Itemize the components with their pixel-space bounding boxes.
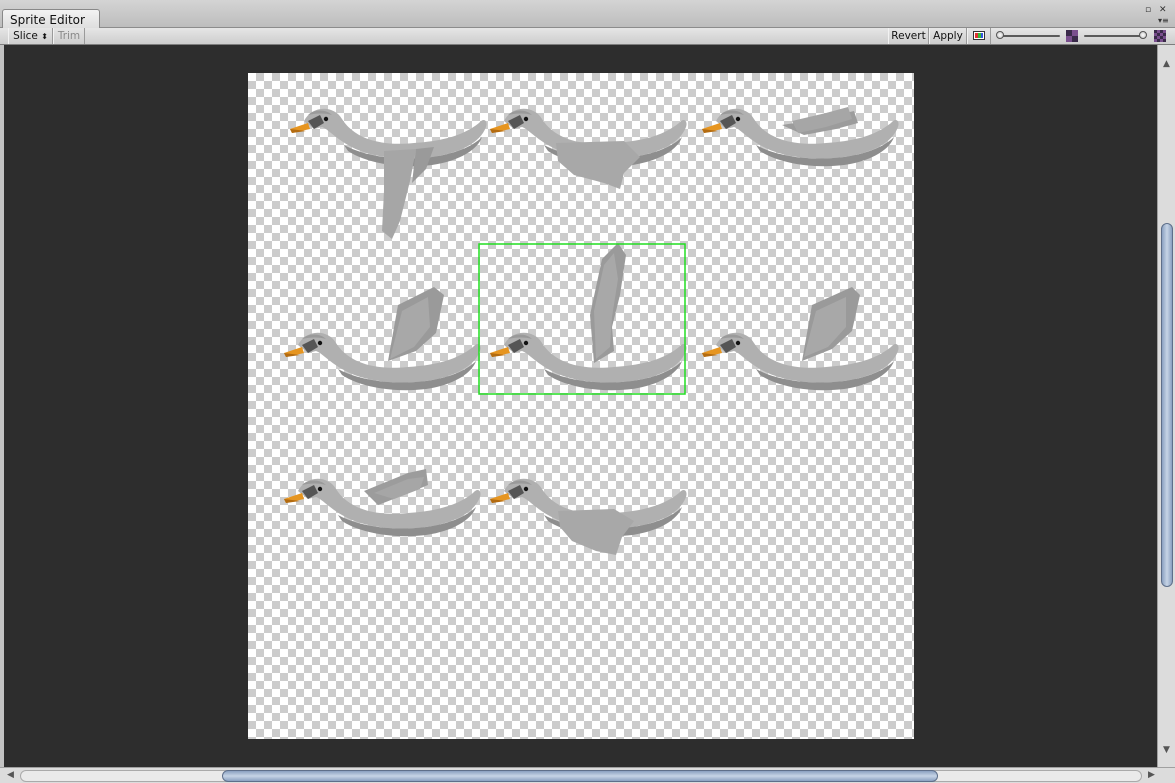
tab-sprite-editor[interactable]: Sprite Editor [2, 9, 100, 28]
revert-button[interactable]: Revert [888, 28, 929, 44]
vertical-scroll-thumb[interactable] [1161, 223, 1173, 587]
sprite-7 [284, 469, 481, 537]
slice-dropdown[interactable]: Slice ⬍ [8, 28, 53, 44]
sprite-5 [490, 243, 687, 391]
sprite-4 [284, 287, 481, 391]
window-menu-icon[interactable]: ▾≡ [1158, 16, 1169, 26]
horizontal-scroll-thumb[interactable] [222, 770, 938, 782]
sprite-6 [702, 287, 899, 391]
horizontal-scrollbar[interactable]: ◀ ▶ [0, 767, 1175, 783]
checker-small-icon [1066, 30, 1078, 42]
sprite-editor-toolbar: Slice ⬍ Trim Revert Apply [0, 28, 1175, 45]
close-icon[interactable]: ✕ [1159, 5, 1167, 15]
mipmap-slider-knob[interactable] [1139, 31, 1147, 39]
scroll-right-arrow-icon[interactable]: ▶ [1148, 770, 1155, 780]
sprite-8 [490, 478, 687, 555]
maximize-icon[interactable]: ▫ [1145, 5, 1151, 15]
sprite-sheet-texture[interactable] [248, 73, 914, 739]
scroll-down-arrow-icon[interactable]: ▼ [1163, 745, 1170, 755]
sprite-sheet-drawing [284, 107, 899, 555]
slice-label: Slice [13, 30, 38, 42]
checker-large-icon [1154, 30, 1166, 42]
zoom-slider-knob[interactable] [996, 31, 1004, 39]
sprite-1 [290, 108, 487, 239]
scroll-left-arrow-icon[interactable]: ◀ [7, 770, 14, 780]
dropdown-arrows-icon: ⬍ [41, 32, 48, 41]
scroll-up-arrow-icon[interactable]: ▲ [1163, 59, 1170, 69]
window-titlebar: Sprite Editor ▫ ✕ ▾≡ [0, 0, 1175, 28]
rgb-icon [973, 31, 985, 40]
apply-button[interactable]: Apply [929, 28, 967, 44]
sprite-2 [490, 108, 687, 189]
color-channel-toggle[interactable] [967, 28, 991, 44]
sprite-3 [702, 107, 899, 167]
vertical-scrollbar[interactable]: ▲ ▼ [1157, 45, 1175, 767]
trim-button[interactable]: Trim [53, 28, 85, 44]
